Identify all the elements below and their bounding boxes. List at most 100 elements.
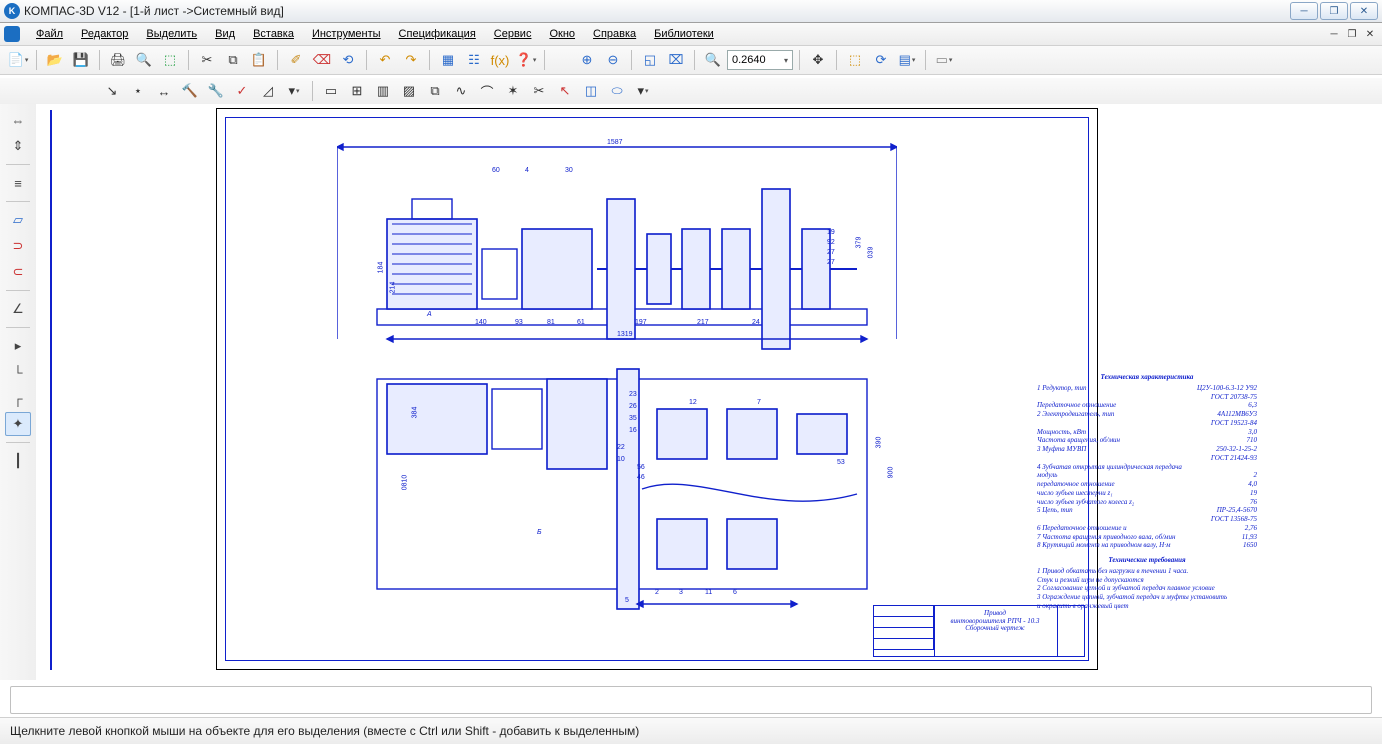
slot-button[interactable]: ⬭: [605, 79, 629, 103]
menu-file[interactable]: Файл: [28, 25, 71, 43]
rough-button[interactable]: ✓: [230, 79, 254, 103]
new-button[interactable]: 📄: [6, 48, 30, 72]
table-button[interactable]: ⊞: [345, 79, 369, 103]
cut-button[interactable]: ✂: [195, 48, 219, 72]
line-button[interactable]: ↘: [100, 79, 124, 103]
copy-button[interactable]: ⧉: [221, 48, 245, 72]
preview-button[interactable]: 🔍: [132, 48, 156, 72]
minimize-button[interactable]: ─: [1290, 2, 1318, 20]
callout-27b: 27: [827, 259, 835, 266]
tc-row: модуль2: [1037, 471, 1257, 480]
dim-s2: 379: [855, 237, 862, 249]
spline-button[interactable]: ∿: [449, 79, 473, 103]
group-button[interactable]: ⧉: [423, 79, 447, 103]
magnet-icon[interactable]: ⊃: [5, 234, 31, 258]
menu-tools[interactable]: Инструменты: [304, 25, 389, 43]
manager-button[interactable]: ▦: [436, 48, 460, 72]
assembly-plan-view: [337, 359, 897, 619]
snap-icon[interactable]: ✦: [5, 412, 31, 436]
rect-button[interactable]: ▭: [319, 79, 343, 103]
zoom-fit-button[interactable]: ◱: [638, 48, 662, 72]
brush-button[interactable]: ✐: [284, 48, 308, 72]
callout-4: 4: [525, 167, 529, 174]
dim-plan-r1: 900: [887, 467, 894, 479]
zoom-value[interactable]: 0.2640▾: [727, 50, 793, 70]
geom-dd2[interactable]: ▾: [631, 79, 655, 103]
toolbar-geometry: ↘ ⋆ ↔ 🔨 🔧 ✓ ◿ ▾ ▭ ⊞ ▥ ▨ ⧉ ∿ ⌒ ✶ ✂ ↖ ◫ ⬭ …: [0, 78, 1382, 105]
coord-icon[interactable]: └: [5, 360, 31, 384]
callout-60: 60: [492, 167, 500, 174]
multi-rect-button[interactable]: ▥: [371, 79, 395, 103]
undo-button[interactable]: ↶: [373, 48, 397, 72]
dim-b3: 61: [577, 319, 585, 326]
title-block: Привод винтоворошителя РПЧ - 10.3 Сбороч…: [873, 605, 1085, 657]
zoom-out-button[interactable]: ⊖: [601, 48, 625, 72]
dim-linear-button[interactable]: ↔: [152, 79, 176, 103]
paste-button[interactable]: 📋: [247, 48, 271, 72]
menu-help[interactable]: Справка: [585, 25, 644, 43]
vars-button[interactable]: ☷: [462, 48, 486, 72]
hatch-button[interactable]: ▨: [397, 79, 421, 103]
print-button[interactable]: 🖨: [106, 48, 130, 72]
callout-27a: 27: [827, 249, 835, 256]
dim-v-icon[interactable]: ⇕: [5, 134, 31, 158]
canvas[interactable]: 1587 1319 60 4 30 19 92 27 27 140 93 81 …: [36, 104, 1382, 680]
menu-spec[interactable]: Спецификация: [391, 25, 484, 43]
dim-h-icon[interactable]: ⇔: [5, 108, 31, 132]
tc-row: 3 Муфта МУВП250-32-1-25-2: [1037, 445, 1257, 454]
open-button[interactable]: 📂: [43, 48, 67, 72]
mdi-close-button[interactable]: ✕: [1362, 26, 1378, 42]
wrench-icon[interactable]: 🔧: [204, 79, 228, 103]
zoom-scale-button[interactable]: 🔍: [701, 48, 725, 72]
menu-service[interactable]: Сервис: [486, 25, 540, 43]
repeat-button[interactable]: ⟲: [336, 48, 360, 72]
redo-button[interactable]: ↷: [399, 48, 423, 72]
pan-button[interactable]: ✥: [806, 48, 830, 72]
layer-icon[interactable]: ≡: [5, 171, 31, 195]
save-button[interactable]: 💾: [69, 48, 93, 72]
more-button[interactable]: ▭: [932, 48, 956, 72]
menu-select[interactable]: Выделить: [138, 25, 205, 43]
angle-icon[interactable]: ∠: [5, 297, 31, 321]
handle-icon[interactable]: ┃: [5, 449, 31, 473]
display-button[interactable]: ▤: [895, 48, 919, 72]
close-button[interactable]: ✕: [1350, 2, 1378, 20]
mdi-restore-button[interactable]: ❐: [1344, 26, 1360, 42]
mdi-minimize-button[interactable]: ─: [1326, 26, 1342, 42]
tc-row: 7 Частота вращения приводного вала, об/м…: [1037, 533, 1257, 542]
statusbar: Щелкните левой кнопкой мыши на объекте д…: [0, 717, 1382, 744]
leader-button[interactable]: ◿: [256, 79, 280, 103]
parallel-icon[interactable]: ▱: [5, 208, 31, 232]
hammer-icon[interactable]: 🔨: [178, 79, 202, 103]
command-input[interactable]: [10, 686, 1372, 714]
magnet2-icon[interactable]: ⊂: [5, 260, 31, 284]
box-button[interactable]: ◫: [579, 79, 603, 103]
orient-button[interactable]: ⬚: [843, 48, 867, 72]
menu-edit[interactable]: Редактор: [73, 25, 136, 43]
maximize-button[interactable]: ❐: [1320, 2, 1348, 20]
menu-view[interactable]: Вид: [207, 25, 243, 43]
fx-button[interactable]: f(x): [488, 48, 512, 72]
menu-insert[interactable]: Вставка: [245, 25, 302, 43]
refresh-button[interactable]: ⟳: [869, 48, 893, 72]
arc-button[interactable]: ⌒: [475, 79, 499, 103]
help-context-button[interactable]: ❓: [514, 48, 538, 72]
pointer-button[interactable]: ↖: [553, 79, 577, 103]
geom-dd[interactable]: ▾: [282, 79, 306, 103]
axis-button[interactable]: ✶: [501, 79, 525, 103]
menubar: Файл Редактор Выделить Вид Вставка Инстр…: [0, 23, 1382, 46]
cp-10: 10: [617, 456, 625, 463]
step-icon[interactable]: ┌: [5, 386, 31, 410]
point-button[interactable]: ⋆: [126, 79, 150, 103]
app-menu-icon[interactable]: [4, 26, 20, 42]
properties-button[interactable]: ⬚: [158, 48, 182, 72]
trim-button[interactable]: ✂: [527, 79, 551, 103]
cancel-button[interactable]: ⌫: [310, 48, 334, 72]
menu-libs[interactable]: Библиотеки: [646, 25, 722, 43]
tech-req-header: Технические требования: [1037, 556, 1257, 565]
pointer-tool[interactable]: ▸: [5, 334, 31, 358]
menu-window[interactable]: Окно: [541, 25, 583, 43]
zoom-window-button[interactable]: ⌧: [664, 48, 688, 72]
zoom-in-button[interactable]: ⊕: [575, 48, 599, 72]
callout-19: 19: [827, 229, 835, 236]
